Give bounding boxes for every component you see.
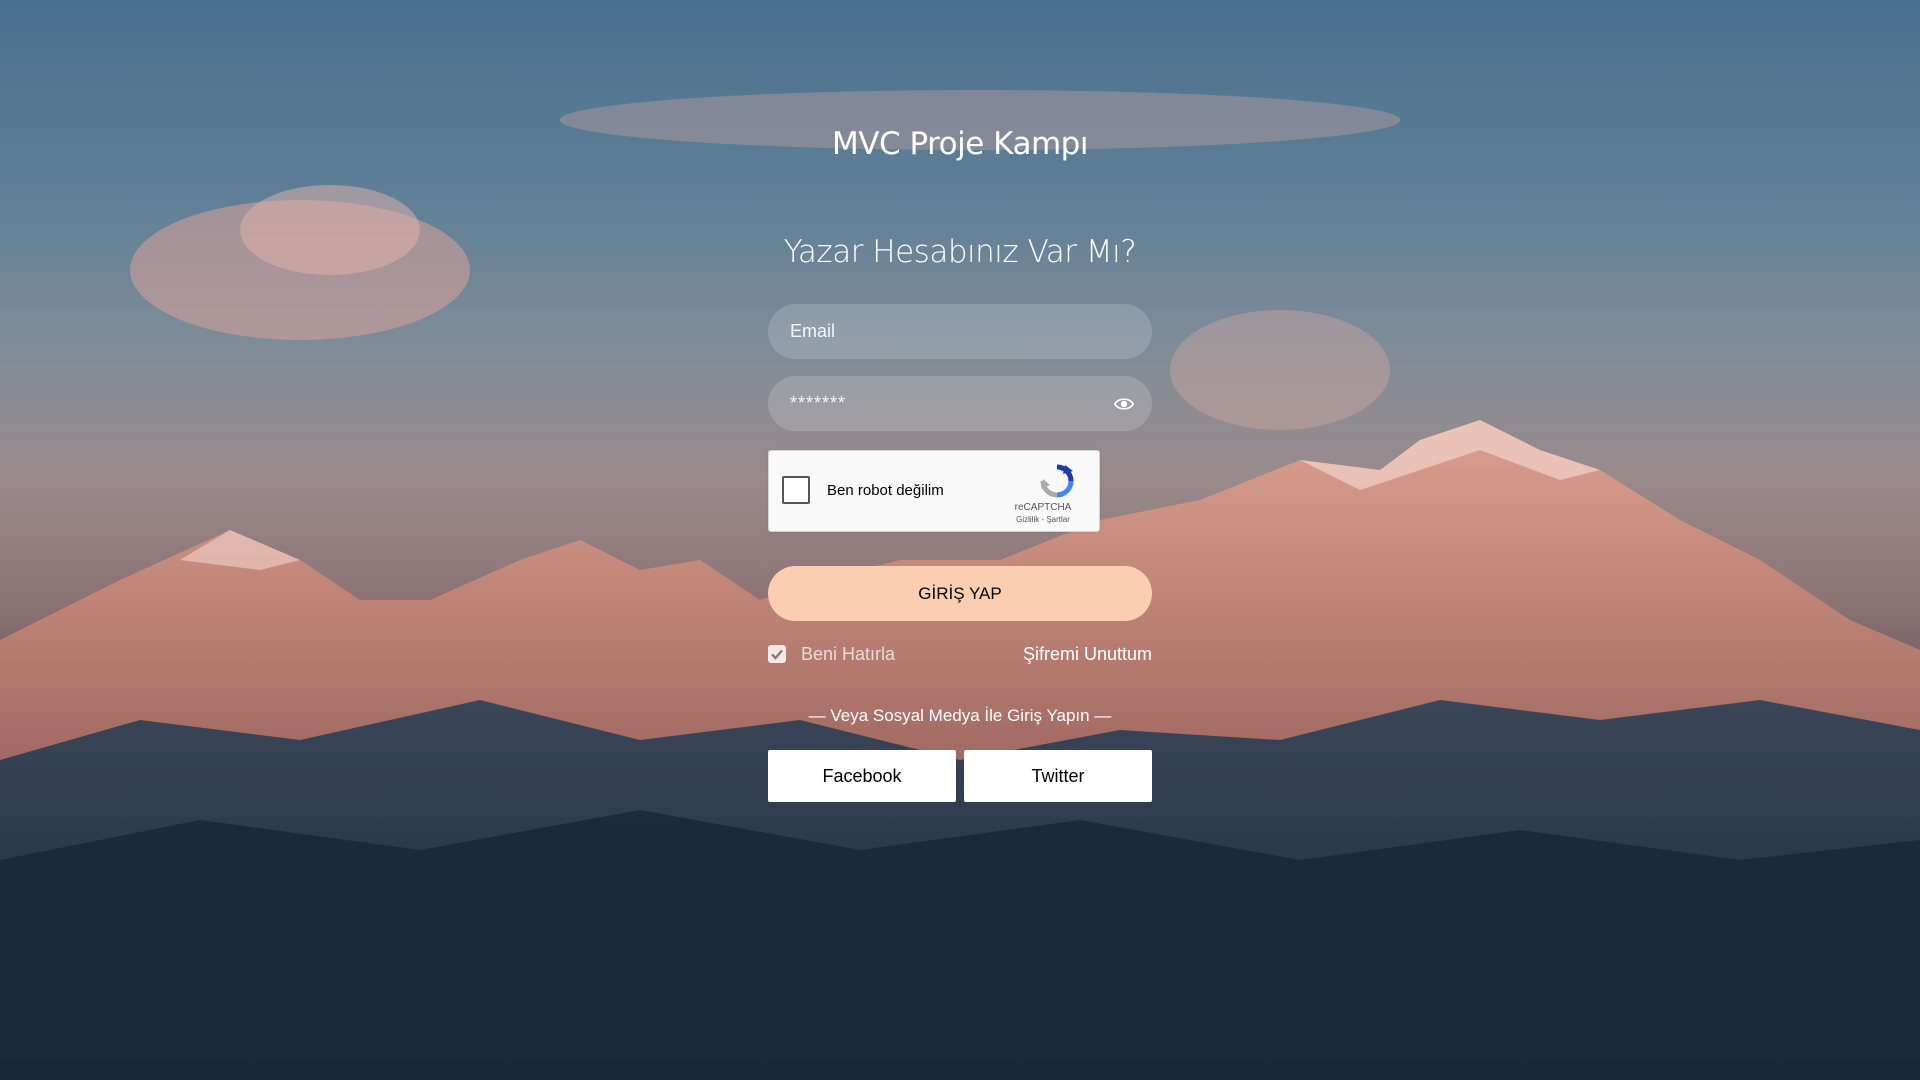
eye-icon[interactable] — [1113, 393, 1135, 415]
remember-me[interactable]: Beni Hatırla — [768, 643, 895, 665]
recaptcha-label: Ben robot değilim — [827, 482, 944, 499]
twitter-login-button[interactable]: Twitter — [964, 750, 1152, 802]
check-icon — [771, 649, 783, 660]
password-input[interactable] — [768, 376, 1152, 431]
remember-label: Beni Hatırla — [801, 643, 896, 664]
recaptcha-brand: reCAPTCHA — [1014, 502, 1072, 513]
login-panel: MVC Proje Kampı Yazar Hesabınız Var Mı? … — [768, 0, 1152, 1080]
email-input[interactable] — [768, 304, 1152, 359]
recaptcha-checkbox[interactable] — [782, 476, 810, 504]
recaptcha-icon — [1040, 464, 1074, 498]
email-field — [768, 304, 1152, 359]
recaptcha-links[interactable]: Gizlilik - Şartlar — [991, 515, 1095, 524]
login-heading: Yazar Hesabınız Var Mı? — [783, 234, 1137, 270]
brand-title: MVC Proje Kampı — [832, 126, 1088, 162]
login-button[interactable]: GİRİŞ YAP — [768, 566, 1152, 621]
recaptcha-widget: Ben robot değilim reCAPTCHA Gizlilik - Ş… — [768, 450, 1100, 532]
forgot-password-link[interactable]: Şifremi Unuttum — [1023, 643, 1152, 665]
remember-checkbox[interactable] — [768, 645, 786, 663]
password-field — [768, 376, 1152, 431]
social-divider-text: — Veya Sosyal Medya İle Giriş Yapın — — [808, 706, 1112, 725]
facebook-login-button[interactable]: Facebook — [768, 750, 956, 802]
